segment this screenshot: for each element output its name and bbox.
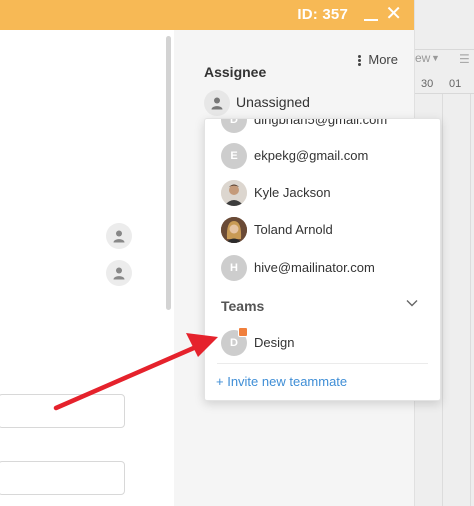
window-header: ID: 357 ✕ [0,0,414,30]
assignee-option-label: dingbhan5@gmail.com [254,118,388,127]
team-option-label: Design [254,335,295,350]
profile-photo [221,180,247,206]
column-divider [442,94,443,506]
initial-avatar: H [221,255,247,281]
background-toolbar: ew ▼ ☰ [415,24,474,66]
profile-photo [221,217,247,243]
person-icon [113,230,125,243]
divider [217,363,428,364]
user-avatar[interactable] [106,223,132,249]
person-icon [113,267,125,280]
initial-avatar: E [221,143,247,169]
more-vertical-icon [358,54,362,67]
assignee-dropdown: D dingbhan5@gmail.com E ekpekg@gmail.com… [204,118,441,401]
teams-heading: Teams [221,298,265,314]
assignee-option-label: ekpekg@gmail.com [254,148,369,163]
assignee-value: Unassigned [236,94,310,110]
unassigned-avatar [204,90,230,116]
scrollbar[interactable] [166,36,171,310]
date-label: 01 [449,78,462,90]
more-label: More [368,52,398,67]
assignee-option-label: Toland Arnold [254,222,333,237]
date-label: 30 [421,78,434,90]
list-icon[interactable]: ☰ [459,52,470,66]
user-avatar[interactable] [106,260,132,286]
view-selector[interactable]: ew [415,51,430,65]
text-field[interactable] [0,461,125,495]
chevron-down-icon[interactable] [406,299,418,307]
assignee-option-label: Kyle Jackson [254,185,331,200]
column-divider [470,94,471,506]
chevron-down-icon: ▼ [431,53,440,63]
close-icon[interactable]: ✕ [385,4,402,24]
assignee-heading: Assignee [204,64,267,80]
assignee-option-label: hive@mailinator.com [254,260,375,275]
more-button[interactable]: More [358,52,398,67]
initial-avatar: D [221,119,247,133]
task-id-label: ID: 357 [297,6,348,23]
person-icon [211,97,223,110]
photo-avatar [221,217,247,243]
invite-teammate-link[interactable]: + Invite new teammate [216,374,347,389]
photo-avatar [221,180,247,206]
team-badge-icon [238,327,248,337]
minimize-icon[interactable] [364,19,378,21]
date-header: 30 01 [415,76,474,94]
text-field[interactable] [0,394,125,428]
